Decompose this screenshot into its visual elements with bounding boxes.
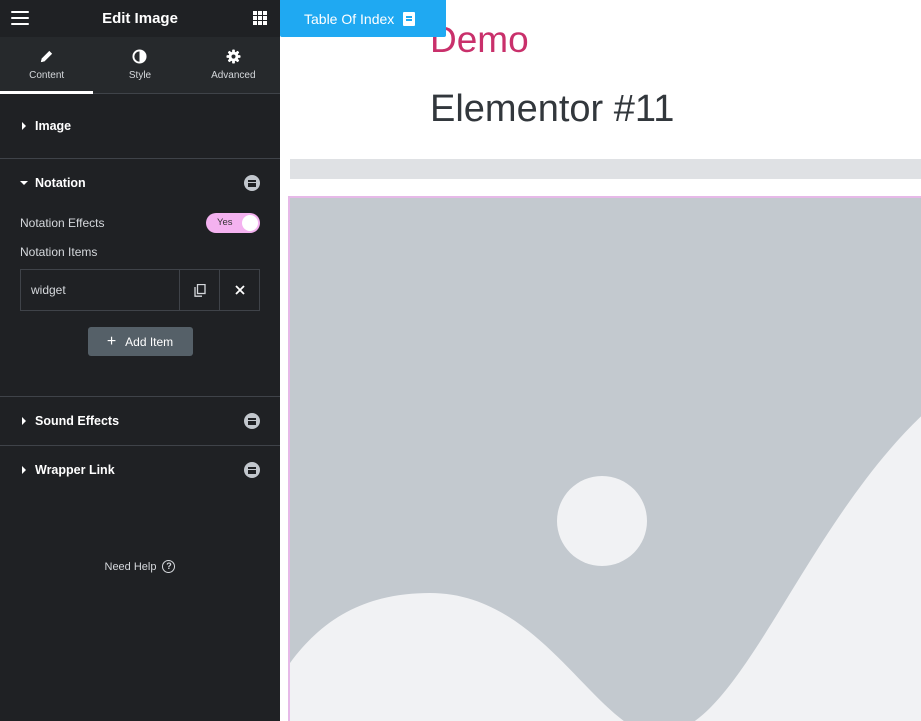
gear-icon [226, 49, 241, 64]
repeater-item: widget [20, 269, 260, 311]
add-item-button[interactable]: + Add Item [87, 327, 193, 356]
notation-items-label: Notation Items [20, 245, 98, 259]
notation-controls: Notation Effects Yes Notation Items widg… [0, 207, 280, 396]
tab-advanced-label: Advanced [211, 70, 256, 81]
elementor-pro-icon [244, 175, 260, 191]
apps-grid-icon[interactable] [253, 11, 267, 25]
editor-panel: Edit Image Content Style Advanced Image … [0, 0, 280, 721]
duplicate-button[interactable] [179, 270, 219, 310]
half-circle-icon [132, 49, 148, 64]
tab-advanced[interactable]: Advanced [187, 37, 280, 93]
plus-icon: + [106, 332, 117, 350]
caret-right-icon [22, 466, 26, 474]
image-placeholder-icon [290, 198, 921, 721]
preview-canvas: Table Of Index Demo Elementor #11 [280, 0, 921, 721]
section-wrapper-link-header[interactable]: Wrapper Link [0, 446, 280, 494]
question-icon: ? [162, 560, 176, 573]
image-widget[interactable] [288, 196, 921, 721]
caret-right-icon [22, 122, 26, 130]
section-image-header[interactable]: Image [0, 94, 280, 158]
elementor-pro-icon [244, 462, 260, 478]
repeater-item-title[interactable]: widget [21, 270, 179, 310]
remove-button[interactable] [219, 270, 259, 310]
caret-down-icon [20, 181, 28, 185]
panel-tabs: Content Style Advanced [0, 37, 280, 94]
section-sound-effects-label: Sound Effects [35, 414, 120, 428]
toggle-knob [242, 215, 258, 231]
tab-style[interactable]: Style [93, 37, 186, 93]
close-icon [234, 285, 245, 295]
section-sound-effects: Sound Effects [0, 397, 280, 446]
panel-title: Edit Image [102, 10, 178, 27]
caret-right-icon [22, 417, 26, 425]
divider-bar [290, 159, 921, 179]
section-sound-effects-header[interactable]: Sound Effects [0, 397, 280, 445]
editor-app: Edit Image Content Style Advanced Image … [0, 0, 921, 721]
section-notation-header[interactable]: Notation [0, 159, 280, 207]
tab-content[interactable]: Content [0, 37, 94, 94]
tab-content-label: Content [29, 70, 65, 81]
book-icon [403, 11, 416, 26]
elementor-pro-icon [244, 413, 260, 429]
notation-effects-row: Notation Effects Yes [20, 207, 260, 239]
copy-icon [193, 283, 206, 297]
section-wrapper-link: Wrapper Link [0, 446, 280, 494]
need-help-link[interactable]: Need Help ? [0, 560, 280, 573]
page-title: Elementor #11 [430, 88, 675, 130]
tab-style-label: Style [128, 70, 152, 81]
section-image: Image [0, 94, 280, 159]
table-of-index-label: Table Of Index [304, 10, 395, 27]
pencil-icon [41, 50, 53, 63]
section-wrapper-link-label: Wrapper Link [35, 463, 115, 477]
section-notation-label: Notation [35, 176, 86, 190]
notation-effects-label: Notation Effects [20, 216, 105, 230]
section-image-label: Image [35, 119, 72, 133]
notation-effects-toggle[interactable]: Yes [206, 213, 260, 233]
panel-header: Edit Image [0, 0, 280, 37]
table-of-index-button[interactable]: Table Of Index [280, 0, 446, 37]
section-notation: Notation Notation Effects Yes Notation I… [0, 159, 280, 397]
toggle-yes-label: Yes [217, 217, 233, 228]
add-item-label: Add Item [125, 334, 174, 349]
hamburger-icon[interactable] [11, 11, 29, 25]
need-help-label: Need Help [104, 560, 157, 573]
